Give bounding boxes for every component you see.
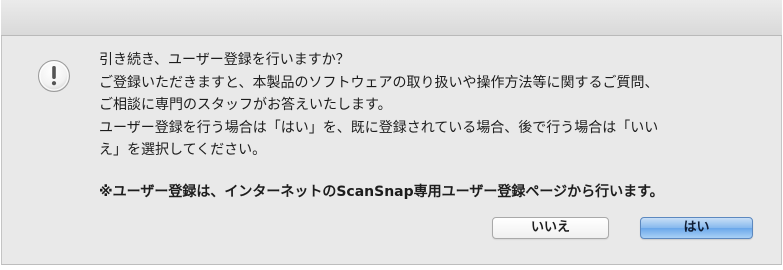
- message-line-3: ご相談に専門のスタッフがお答えいたします。: [99, 97, 392, 113]
- alert-icon: [38, 60, 70, 92]
- registration-note: ※ユーザー登録は、インターネットのScanSnap専用ユーザー登録ページから行い…: [99, 184, 664, 200]
- message-line-1: 引き続き、ユーザー登録を行いますか？: [99, 52, 350, 68]
- alert-dialog: 引き続き、ユーザー登録を行いますか？ ご登録いただきますと、本製品のソフトウェア…: [1, 36, 782, 265]
- message-line-5: え」を選択してください。: [99, 142, 267, 158]
- message-line-2: ご登録いただきますと、本製品のソフトウェアの取り扱いや操作方法等に関するご質問、: [99, 74, 659, 91]
- no-button[interactable]: いいえ: [492, 217, 609, 239]
- message-line-4: ユーザー登録を行う場合は「はい」を、既に登録されている場合、後で行う場合は「いい: [99, 119, 659, 136]
- dialog-message: 引き続き、ユーザー登録を行いますか？ ご登録いただきますと、本製品のソフトウェア…: [99, 49, 769, 162]
- dialog-window: 引き続き、ユーザー登録を行いますか？ ご登録いただきますと、本製品のソフトウェア…: [0, 0, 783, 270]
- yes-button[interactable]: はい: [640, 217, 753, 239]
- title-bar[interactable]: [1, 0, 782, 36]
